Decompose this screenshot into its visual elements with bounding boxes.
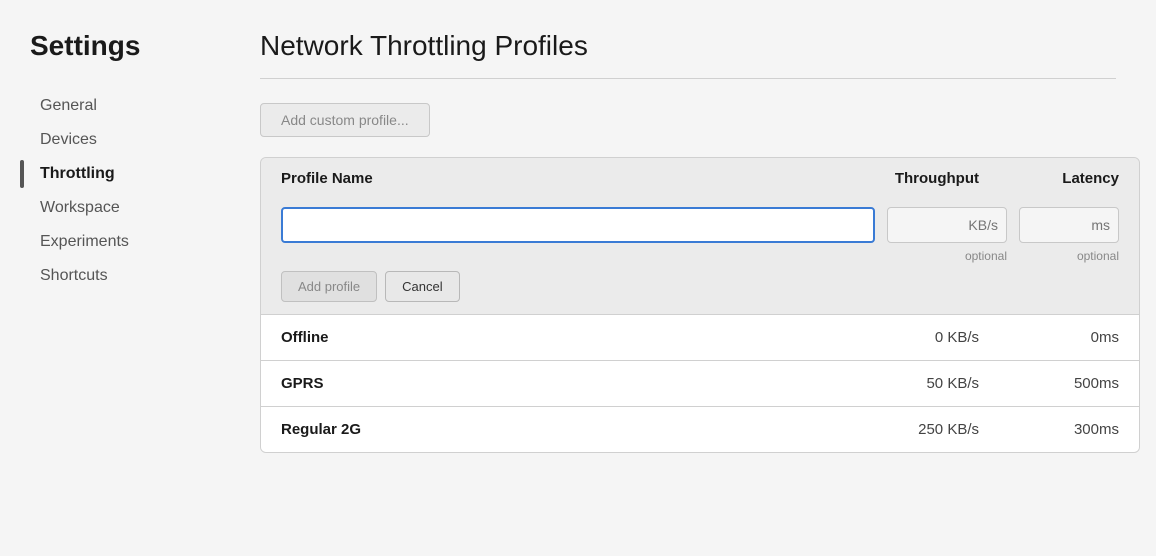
- table-header: Profile Name Throughput Latency: [261, 158, 1139, 199]
- page-title: Network Throttling Profiles: [260, 30, 1116, 62]
- sidebar-title: Settings: [30, 30, 220, 62]
- sidebar-item-experiments[interactable]: Experiments: [30, 226, 220, 258]
- sidebar-item-shortcuts[interactable]: Shortcuts: [30, 260, 220, 292]
- main-content: Network Throttling Profiles Add custom p…: [220, 0, 1156, 556]
- throughput-optional-label: optional: [887, 249, 1007, 263]
- sidebar-item-label: Shortcuts: [40, 267, 108, 284]
- section-divider: [260, 78, 1116, 79]
- latency-input[interactable]: [1019, 207, 1119, 243]
- action-buttons-row: Add profile Cancel: [261, 271, 1139, 314]
- add-profile-button[interactable]: Add profile: [281, 271, 377, 302]
- row-latency: 500ms: [999, 375, 1119, 392]
- row-latency: 300ms: [999, 421, 1119, 438]
- sidebar-item-label: General: [40, 97, 97, 114]
- sidebar-item-label: Workspace: [40, 199, 120, 216]
- table-row: Regular 2G 250 KB/s 300ms: [261, 406, 1139, 452]
- profiles-table: Profile Name Throughput Latency optional…: [260, 157, 1140, 453]
- header-latency: Latency: [999, 170, 1119, 187]
- sidebar-item-label: Experiments: [40, 233, 129, 250]
- header-throughput: Throughput: [839, 170, 999, 187]
- sidebar-item-devices[interactable]: Devices: [30, 124, 220, 156]
- sidebar-item-workspace[interactable]: Workspace: [30, 192, 220, 224]
- sidebar-item-general[interactable]: General: [30, 90, 220, 122]
- sidebar-item-label: Devices: [40, 131, 97, 148]
- row-latency: 0ms: [999, 329, 1119, 346]
- table-row: GPRS 50 KB/s 500ms: [261, 360, 1139, 406]
- row-throughput: 250 KB/s: [839, 421, 999, 438]
- row-throughput: 50 KB/s: [839, 375, 999, 392]
- sidebar-item-throttling[interactable]: Throttling: [30, 158, 220, 190]
- sidebar-item-label: Throttling: [40, 165, 115, 182]
- table-row: Offline 0 KB/s 0ms: [261, 314, 1139, 360]
- add-custom-profile-button[interactable]: Add custom profile...: [260, 103, 430, 137]
- row-profile-name: GPRS: [281, 375, 839, 392]
- cancel-button[interactable]: Cancel: [385, 271, 459, 302]
- row-profile-name: Offline: [281, 329, 839, 346]
- row-profile-name: Regular 2G: [281, 421, 839, 438]
- throughput-input[interactable]: [887, 207, 1007, 243]
- optional-labels-row: optional optional: [261, 247, 1139, 271]
- row-throughput: 0 KB/s: [839, 329, 999, 346]
- header-profile-name: Profile Name: [281, 170, 839, 187]
- profile-name-input[interactable]: [281, 207, 875, 243]
- new-profile-input-row: [261, 199, 1139, 247]
- sidebar: Settings General Devices Throttling Work…: [0, 0, 220, 556]
- latency-optional-label: optional: [1019, 249, 1119, 263]
